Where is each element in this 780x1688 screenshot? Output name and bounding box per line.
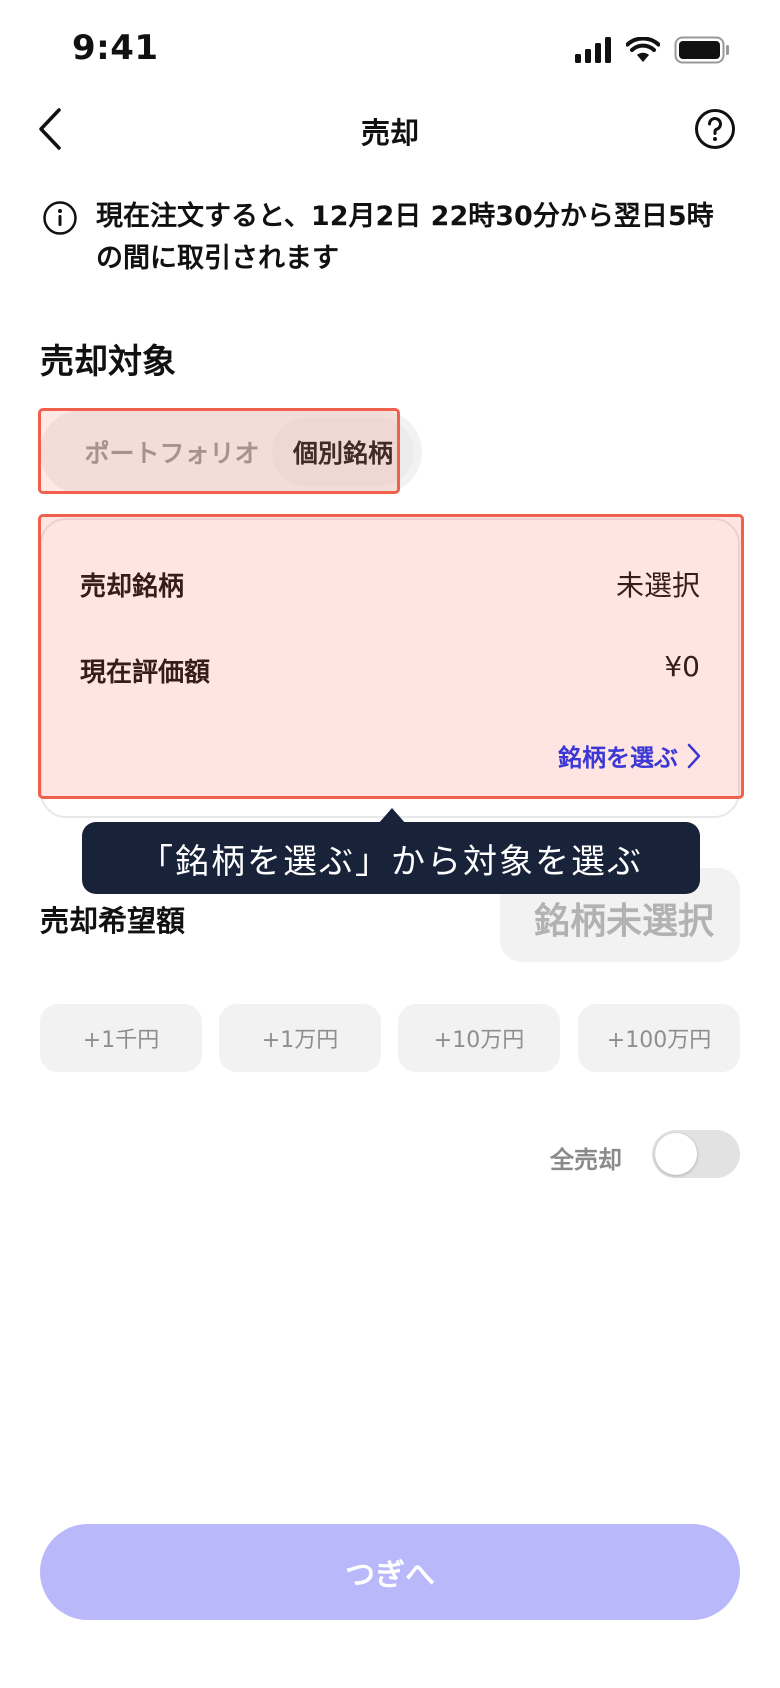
add-1k-button[interactable]: +1千円	[40, 1004, 202, 1072]
status-icons	[574, 36, 730, 64]
chevron-right-icon	[687, 743, 701, 768]
choose-stock-link[interactable]: 銘柄を選ぶ	[558, 738, 702, 773]
notice-text: 現在注文すると、12月2日 22時30分から翌日5時の間に取引されます	[96, 201, 714, 274]
guide-tooltip: 「銘柄を選ぶ」から対象を選ぶ	[82, 822, 700, 894]
status-time: 9:41	[72, 28, 159, 68]
page-title: 売却	[360, 116, 419, 150]
toggle-knob	[655, 1133, 697, 1175]
tabs-highlight	[38, 408, 400, 494]
question-circle-icon	[695, 109, 735, 149]
back-button[interactable]	[28, 104, 72, 154]
sell-all-label: 全売却	[550, 1146, 622, 1174]
info-icon	[43, 201, 77, 235]
signal-icon	[575, 37, 611, 63]
choose-stock-label: 銘柄を選ぶ	[558, 744, 678, 772]
battery-icon	[674, 36, 729, 64]
chevron-left-icon	[39, 108, 61, 150]
add-10k-button[interactable]: +1万円	[219, 1004, 381, 1072]
sell-all-toggle[interactable]	[652, 1130, 740, 1178]
add-100k-button[interactable]: +10万円	[398, 1004, 560, 1072]
wifi-icon	[626, 37, 660, 62]
add-1m-button[interactable]: +100万円	[578, 1004, 740, 1072]
help-button[interactable]	[694, 108, 736, 150]
next-button[interactable]: つぎへ	[40, 1524, 740, 1620]
section-title: 売却対象	[40, 342, 176, 382]
desired-amount-value: 銘柄未選択	[533, 901, 714, 942]
desired-amount-label: 売却希望額	[40, 904, 186, 938]
